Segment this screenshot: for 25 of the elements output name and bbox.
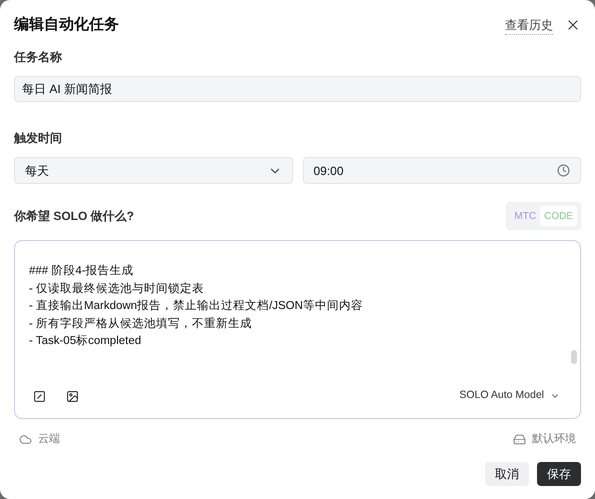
- environment-label: 默认环境: [532, 432, 576, 447]
- slash-command-icon[interactable]: [33, 390, 46, 403]
- task-name-field[interactable]: 每日 AI 新闻简报: [14, 76, 581, 102]
- prompt-line: - 直接输出Markdown报告，禁止输出过程文档/JSON等中间内容: [29, 298, 364, 314]
- time-field[interactable]: 09:00: [302, 157, 581, 184]
- cancel-button[interactable]: 取消: [485, 462, 529, 486]
- prompt-editor[interactable]: ### 阶段4-报告生成 - 仅读取最终候选池与时间锁定表 - 直接输出Markdown报告，禁止输出过程文档/JSON等中间内容 - 所有字段严格从候选池填写，不重新生成 - Task-05标completed SOLO Auto Model: [14, 240, 581, 419]
- image-icon[interactable]: [66, 390, 79, 403]
- model-selector[interactable]: SOLO Auto Model: [459, 388, 566, 404]
- prompt-line: - 仅读取最终候选池与时间锁定表: [29, 282, 206, 297]
- frequency-select[interactable]: 每天: [14, 157, 292, 184]
- prompt-line: ### 阶段4-报告生成: [29, 264, 135, 279]
- history-link[interactable]: 查看历史: [505, 16, 553, 34]
- prompt-line: - Task-05标completed: [29, 334, 142, 350]
- location-label: 云端: [38, 432, 60, 447]
- prompt-line: - 所有字段严格从候选池填写，不重新生成: [29, 316, 254, 332]
- field-label: 触发时间: [14, 130, 63, 147]
- field-label: 任务名称: [14, 49, 63, 66]
- save-button[interactable]: 保存: [537, 462, 581, 486]
- scrollbar-thumb: [571, 350, 577, 364]
- field-label: 你希望 SOLO 做什么?: [14, 208, 134, 225]
- cloud-icon: [19, 432, 32, 446]
- clock-icon: [557, 164, 570, 177]
- dialog-title: 编辑自动化任务: [14, 14, 119, 35]
- drive-icon: [513, 432, 526, 446]
